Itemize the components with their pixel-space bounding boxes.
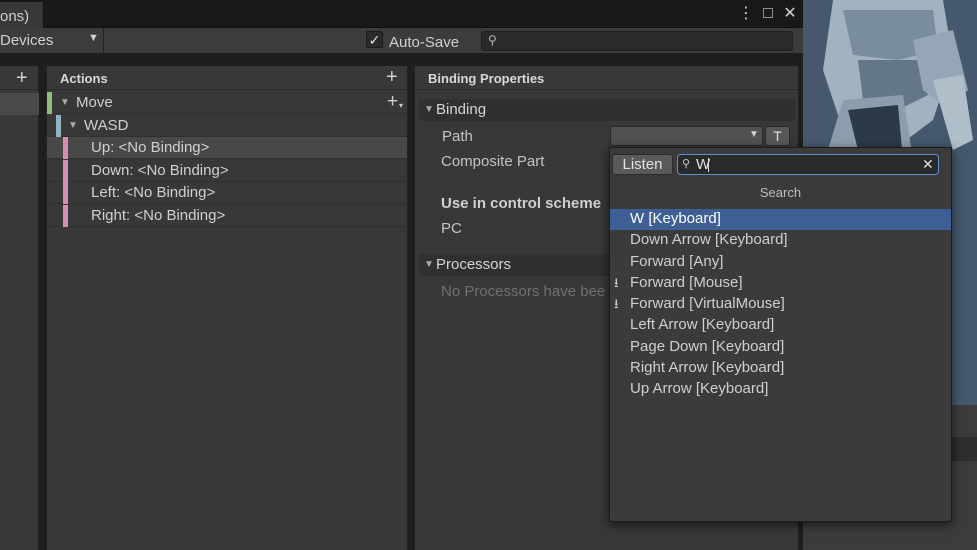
control-scheme-heading: Use in control scheme — [441, 195, 602, 212]
window-tab-title: ons) — [0, 8, 30, 25]
text-caret — [708, 158, 709, 172]
control-option-list: W [Keyboard] Down Arrow [Keyboard] Forwa… — [610, 209, 951, 401]
option-item[interactable]: ⭳ Forward [VirtualMouse] — [610, 294, 951, 315]
binding-properties-header: Binding Properties — [415, 66, 798, 90]
dropdown-arrow-icon: ▼ — [88, 32, 99, 44]
action-map-selected-row[interactable] — [0, 93, 39, 115]
action-row-move[interactable]: ▼ Move + ▾ — [47, 91, 407, 114]
actions-header: Actions — [47, 66, 407, 90]
autosave-checkbox[interactable]: ✓ — [366, 31, 383, 48]
binding-section-header[interactable]: ▼ Binding — [419, 99, 795, 121]
option-label: W [Keyboard] — [630, 210, 721, 227]
part-color-stripe — [63, 160, 68, 182]
option-label: Forward [Any] — [630, 252, 724, 270]
dropdown-arrow-icon: ▼ — [749, 129, 759, 140]
more-options-icon[interactable]: ⋮ — [738, 5, 754, 23]
option-item[interactable]: Forward [Any] — [610, 252, 951, 273]
option-label: Right Arrow [Keyboard] — [630, 359, 785, 377]
binding-row-part[interactable]: Down: <No Binding> — [47, 160, 407, 182]
popup-heading: Search — [759, 185, 802, 200]
option-item[interactable]: Right Arrow [Keyboard] — [610, 358, 951, 379]
part-label: Left: <No Binding> — [91, 184, 216, 201]
close-icon[interactable]: ✕ — [782, 5, 798, 23]
option-item[interactable]: Left Arrow [Keyboard] — [610, 315, 951, 336]
window-controls: ⋮ □ ✕ — [738, 4, 798, 24]
part-color-stripe — [63, 182, 68, 204]
binding-properties-header-label: Binding Properties — [428, 71, 545, 86]
download-icon: ⭳ — [614, 296, 619, 312]
binding-row-part[interactable]: Left: <No Binding> — [47, 182, 407, 204]
download-icon: ⭳ — [614, 274, 619, 290]
action-maps-panel: + — [0, 66, 39, 550]
maximize-icon[interactable]: □ — [760, 5, 776, 23]
toolbar-search-input[interactable]: ⚲ — [481, 31, 793, 51]
composite-color-stripe — [56, 115, 61, 137]
option-label: Forward [Mouse] — [630, 273, 743, 291]
popup-search-input[interactable]: ⚲ W ✕ — [677, 154, 939, 175]
actions-panel: Actions + ▼ Move + ▾ ▼ WASD Up: <No Bind… — [46, 66, 408, 550]
window-titlebar — [0, 0, 803, 28]
composite-label: WASD — [84, 117, 129, 134]
option-label: Page Down [Keyboard] — [630, 337, 785, 355]
search-icon: ⚲ — [488, 33, 497, 47]
binding-row-composite[interactable]: ▼ WASD — [47, 115, 407, 137]
listen-button[interactable]: Listen — [612, 154, 673, 175]
option-item[interactable]: Down Arrow [Keyboard] — [610, 230, 951, 251]
actions-header-label: Actions — [60, 71, 108, 86]
action-label: Move — [76, 94, 113, 111]
binding-row-part[interactable]: Right: <No Binding> — [47, 205, 407, 227]
expand-arrow-icon[interactable]: ▼ — [60, 97, 70, 108]
option-item[interactable]: W [Keyboard] — [610, 209, 951, 231]
binding-row-part-selected[interactable]: Up: <No Binding> — [47, 137, 407, 159]
search-icon: ⚲ — [682, 158, 691, 170]
control-scheme-pc-label: PC — [441, 220, 462, 237]
add-binding-dropdown-icon[interactable]: ▾ — [399, 101, 403, 110]
window-tab[interactable]: ons) — [0, 2, 44, 30]
autosave-label: Auto-Save — [389, 34, 460, 51]
option-label: Up Arrow [Keyboard] — [630, 380, 769, 398]
expand-arrow-icon[interactable]: ▼ — [68, 120, 78, 131]
option-label: Forward [VirtualMouse] — [630, 295, 785, 313]
option-label: Down Arrow [Keyboard] — [630, 231, 788, 249]
expand-arrow-icon[interactable]: ▼ — [424, 259, 434, 270]
add-action-icon[interactable]: + — [386, 66, 398, 89]
control-path-popup: Listen ⚲ W ✕ Search W [Keyboard] Down Ar… — [609, 147, 952, 522]
processors-empty-text: No Processors have bee — [441, 283, 606, 300]
option-item[interactable]: ⭳ Forward [Mouse] — [610, 273, 951, 294]
clear-search-icon[interactable]: ✕ — [922, 156, 934, 173]
devices-dropdown[interactable]: Devices ▼ — [0, 28, 104, 54]
binding-section-label: Binding — [436, 101, 487, 118]
part-label: Right: <No Binding> — [91, 207, 226, 224]
expand-arrow-icon[interactable]: ▼ — [424, 104, 434, 115]
add-action-map-icon[interactable]: + — [16, 67, 28, 90]
path-label: Path — [442, 128, 473, 145]
part-label: Down: <No Binding> — [91, 162, 229, 179]
option-item[interactable]: Up Arrow [Keyboard] — [610, 379, 951, 400]
add-binding-icon[interactable]: + — [387, 91, 398, 113]
devices-label: Devices — [0, 32, 54, 49]
action-color-stripe — [47, 92, 52, 114]
processors-section-label: Processors — [436, 256, 512, 273]
option-item[interactable]: Page Down [Keyboard] — [610, 337, 951, 358]
part-color-stripe — [63, 137, 68, 159]
toolbar: Devices ▼ ✓ Auto-Save ⚲ — [0, 28, 803, 54]
path-dropdown[interactable]: ▼ — [610, 126, 763, 146]
text-mode-button[interactable]: T — [765, 126, 790, 146]
composite-part-label: Composite Part — [441, 153, 545, 170]
option-label: Left Arrow [Keyboard] — [630, 316, 775, 334]
part-color-stripe — [63, 205, 68, 227]
part-label: Up: <No Binding> — [91, 139, 210, 156]
